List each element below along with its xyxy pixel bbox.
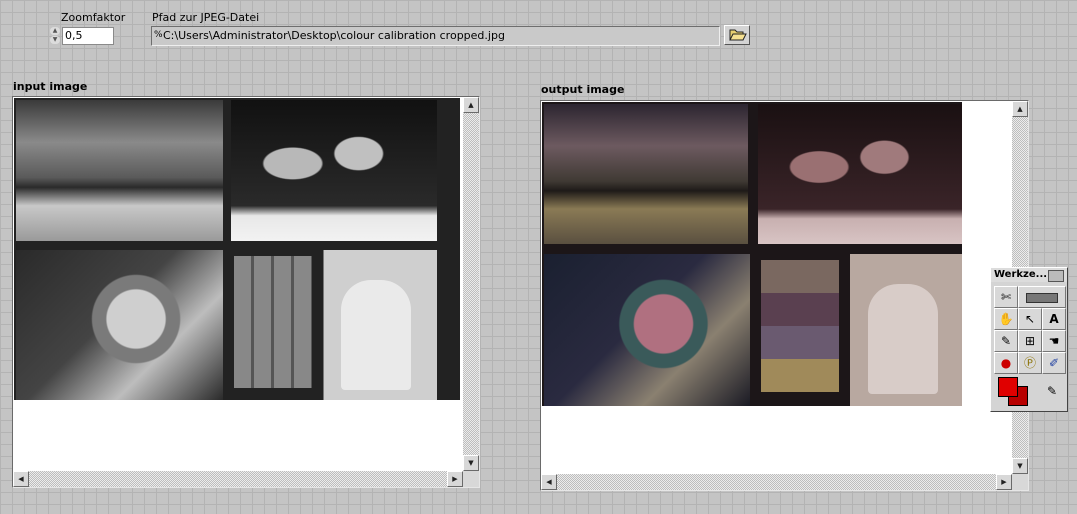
path-type-icon: % xyxy=(154,30,163,40)
scroll-up-icon[interactable]: ▲ xyxy=(463,97,479,113)
auto-tool-icon[interactable]: ✄ xyxy=(994,286,1018,308)
output-image-label: output image xyxy=(541,83,625,96)
probe-tool-icon[interactable]: Ⓟ xyxy=(1018,352,1042,374)
color-tool[interactable] xyxy=(996,376,1036,408)
pinwheel-photo xyxy=(544,254,750,406)
shortcut-menu-tool-icon[interactable]: ⊞ xyxy=(1018,330,1042,352)
path-input[interactable]: % C:\Users\Administrator\Desktop\colour … xyxy=(151,26,720,46)
wiring-tool-icon[interactable]: ✎ xyxy=(994,330,1018,352)
zoom-label: Zoomfaktor xyxy=(61,11,126,24)
scroll-corner xyxy=(463,471,479,487)
auto-select-toggle[interactable] xyxy=(1018,286,1066,308)
foreground-color-swatch[interactable] xyxy=(998,377,1018,397)
paintbrush-icon[interactable]: ✎ xyxy=(1040,380,1064,402)
text-tool-icon[interactable]: A xyxy=(1042,308,1066,330)
scroll-left-icon[interactable]: ◀ xyxy=(541,474,557,490)
scroll-right-icon[interactable]: ▶ xyxy=(996,474,1012,490)
output-image-display[interactable]: ▲ ▼ ◀ ▶ xyxy=(540,100,1029,491)
landscape-photo xyxy=(16,100,223,241)
scroll-corner xyxy=(1012,474,1028,490)
input-image xyxy=(14,98,460,400)
palette-close-icon[interactable] xyxy=(1048,270,1064,282)
position-tool-icon[interactable]: ↖ xyxy=(1018,308,1042,330)
get-color-tool-icon[interactable]: ✐ xyxy=(1042,352,1066,374)
output-horizontal-scrollbar[interactable]: ◀ ▶ xyxy=(541,474,1012,490)
scroll-tool-icon[interactable]: ☚ xyxy=(1042,330,1066,352)
input-image-display[interactable]: ▲ ▼ ◀ ▶ xyxy=(12,96,480,488)
browse-button[interactable] xyxy=(724,25,750,45)
landscape-photo xyxy=(544,104,748,244)
path-value: C:\Users\Administrator\Desktop\colour ca… xyxy=(163,29,505,42)
folder-open-icon xyxy=(729,29,747,41)
input-image-label: input image xyxy=(13,80,88,93)
increment-icon[interactable]: ▲ xyxy=(50,27,60,35)
color-chart-photo xyxy=(231,250,437,400)
operate-tool-icon[interactable]: ✋ xyxy=(994,308,1018,330)
zoom-spinner[interactable]: ▲ ▼ xyxy=(49,27,61,45)
portrait-photo xyxy=(231,100,437,241)
toggle-indicator-icon xyxy=(1026,292,1058,303)
pinwheel-photo xyxy=(16,250,223,400)
breakpoint-tool-icon[interactable]: ● xyxy=(994,352,1018,374)
zoom-control: ▲ ▼ 0,5 xyxy=(49,27,114,45)
scroll-left-icon[interactable]: ◀ xyxy=(13,471,29,487)
scroll-up-icon[interactable]: ▲ xyxy=(1012,101,1028,117)
decrement-icon[interactable]: ▼ xyxy=(50,36,60,44)
scroll-down-icon[interactable]: ▼ xyxy=(1012,458,1028,474)
scroll-right-icon[interactable]: ▶ xyxy=(447,471,463,487)
input-horizontal-scrollbar[interactable]: ◀ ▶ xyxy=(13,471,463,487)
input-vertical-scrollbar[interactable]: ▲ ▼ xyxy=(463,97,479,471)
output-image xyxy=(542,102,962,406)
portrait-photo xyxy=(758,104,962,244)
color-chart-photo xyxy=(758,254,962,406)
zoom-input[interactable]: 0,5 xyxy=(62,27,114,45)
tools-palette[interactable]: Werkze... ✄ ✋ ↖ A ✎ ⊞ ☚ ● Ⓟ ✐ ✎ xyxy=(990,267,1068,412)
path-label: Pfad zur JPEG-Datei xyxy=(152,11,260,24)
scroll-down-icon[interactable]: ▼ xyxy=(463,455,479,471)
